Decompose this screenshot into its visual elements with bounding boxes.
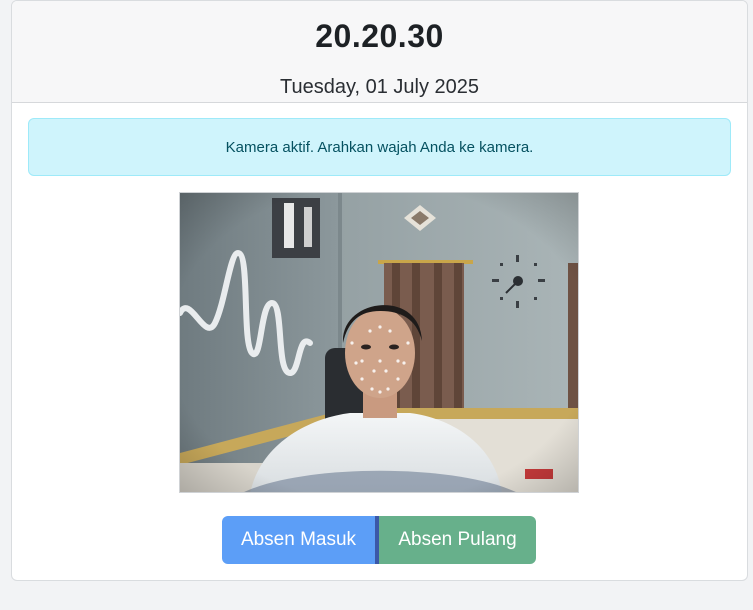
clock-time: 20.20.30 (315, 18, 444, 54)
camera-status-message: Kamera aktif. Arahkan wajah Anda ke kame… (225, 138, 534, 156)
check-in-button[interactable]: Absen Masuk (222, 516, 375, 564)
check-out-button[interactable]: Absen Pulang (379, 516, 536, 564)
camera-feed (179, 192, 579, 493)
attendance-card: 20.20.30 Tuesday, 01 July 2025 Kamera ak… (11, 0, 748, 581)
clock-date: Tuesday, 01 July 2025 (279, 76, 479, 98)
camera-status-alert: Kamera aktif. Arahkan wajah Anda ke kame… (28, 118, 731, 176)
clock-header: 20.20.30 Tuesday, 01 July 2025 (12, 1, 747, 103)
camera-feed-image (180, 193, 578, 492)
attendance-actions: Absen Masuk Absen Pulang (222, 516, 536, 564)
